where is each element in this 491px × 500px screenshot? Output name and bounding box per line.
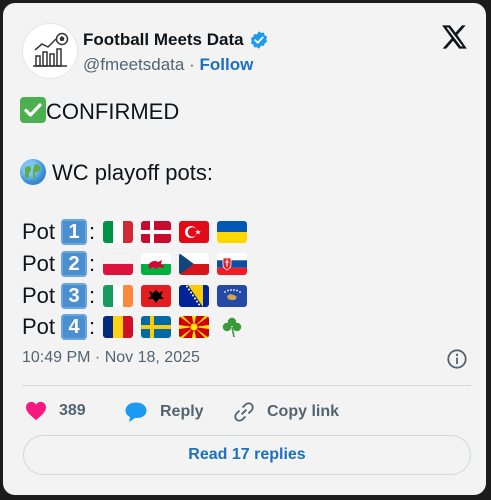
like-count: 389 (59, 402, 86, 419)
reply-button[interactable]: Reply (124, 401, 204, 423)
separator-dot: · (189, 55, 195, 74)
reply-label: Reply (160, 403, 204, 420)
read-replies-label: Read 17 replies (188, 446, 306, 463)
pot-row-1: Pot 1 : (22, 217, 248, 247)
tweet-line-playoff: WC playoff pots: (20, 158, 213, 188)
keycap-number: 3 (61, 283, 88, 309)
tweet-card: Football Meets Data @fmeetsdata · Follow… (3, 3, 486, 495)
flag-ireland-icon (103, 285, 134, 307)
chart-football-logo-icon (33, 32, 69, 67)
flag-turkey-icon (179, 221, 210, 243)
divider (22, 385, 471, 386)
flag-italy-icon (103, 221, 134, 243)
pot-label: Pot (22, 314, 56, 339)
pot-row-4: Pot 4 : (22, 312, 247, 342)
tweet-timestamp[interactable]: 10:49 PM · Nov 18, 2025 (22, 349, 200, 367)
reply-bubble-icon (125, 402, 147, 422)
pot-row-2: Pot 2 : (22, 249, 248, 279)
globe-emoji (20, 159, 46, 185)
pot-colon: : (89, 251, 96, 276)
copy-link-label: Copy link (267, 403, 340, 420)
pot-label: Pot (22, 251, 56, 276)
like-button[interactable]: 389 (25, 401, 86, 421)
flag-czechia-icon (179, 253, 210, 275)
flag-denmark-icon (141, 221, 172, 243)
tweet-line-confirmed: CONFIRMED (20, 97, 179, 127)
flag-poland-icon (103, 253, 134, 275)
flag-ukraine-icon (217, 221, 248, 243)
flag-sweden-icon (141, 316, 172, 338)
pot-colon: : (89, 283, 96, 308)
tweet-text-confirmed: CONFIRMED (46, 99, 180, 124)
check-mark-button-emoji (20, 97, 46, 123)
flag-bosnia-icon (179, 285, 210, 307)
author-name[interactable]: Football Meets Data (83, 30, 244, 50)
copy-link-button[interactable]: Copy link (233, 401, 339, 423)
flag-romania-icon (103, 316, 134, 338)
keycap-number: 1 (61, 219, 88, 245)
tweet-text-playoff: WC playoff pots: (52, 160, 213, 185)
read-replies-button[interactable]: Read 17 replies (23, 435, 471, 475)
heart-icon (26, 401, 46, 421)
info-icon[interactable] (446, 348, 468, 370)
pot-colon: : (89, 314, 96, 339)
x-logo-icon[interactable] (440, 23, 468, 51)
flag-slovakia-icon (217, 253, 248, 275)
keycap-number: 2 (61, 251, 88, 277)
pot-label: Pot (22, 283, 56, 308)
flag-albania-icon (141, 285, 172, 307)
pot-label: Pot (22, 219, 56, 244)
follow-button[interactable]: Follow (200, 55, 254, 74)
pot-colon: : (89, 219, 96, 244)
pot-row-3: Pot 3 : (22, 281, 248, 311)
flag-north-macedonia-icon (179, 316, 210, 338)
shamrock-icon (222, 317, 242, 338)
keycap-number: 4 (61, 314, 88, 340)
author-avatar[interactable] (22, 23, 78, 79)
flag-kosovo-icon (217, 285, 248, 307)
author-info: Football Meets Data @fmeetsdata · Follow (83, 30, 269, 75)
link-icon (234, 402, 254, 422)
author-handle[interactable]: @fmeetsdata (83, 55, 184, 74)
flag-wales-icon (141, 253, 172, 275)
verified-badge-icon (250, 31, 267, 49)
